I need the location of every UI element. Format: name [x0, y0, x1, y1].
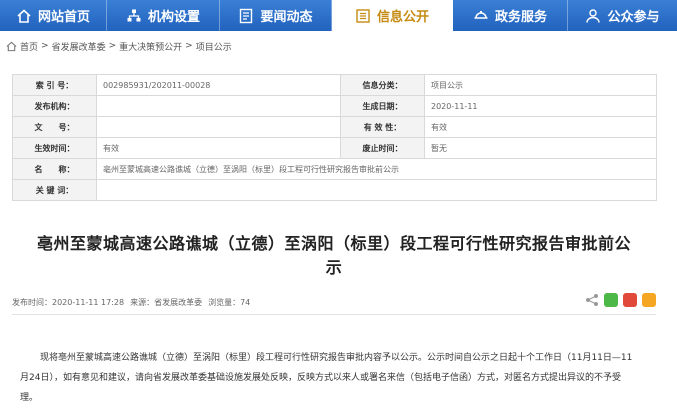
wechat-share-icon[interactable] — [604, 293, 618, 307]
nav-news[interactable]: 要闻动态 — [220, 0, 332, 31]
paragraph-line-2: 月24日），如有意见和建议，请向省发展改革委基础设施发展处反映，反映方式以来人或… — [20, 373, 621, 383]
issuer-value — [96, 95, 341, 117]
breadcrumb-sep: > — [108, 41, 117, 51]
validity-value: 有效 — [424, 116, 657, 138]
source: 来源：省发展改革委 — [130, 297, 203, 307]
home-icon — [17, 8, 31, 23]
date-value: 2020-11-11 — [424, 95, 657, 117]
keywords-label: 关 键 词： — [12, 179, 97, 201]
breadcrumb-sep: > — [41, 41, 49, 51]
breadcrumb-item-project[interactable]: 项目公示 — [196, 40, 232, 53]
index-label: 索 引 号： — [12, 74, 97, 96]
share-bar — [585, 293, 656, 307]
divider — [12, 314, 656, 315]
repeal-value: 暂无 — [424, 137, 657, 159]
effective-value: 有效 — [96, 137, 341, 159]
table-row: 名 称： 亳州至蒙城高速公路谯城（立德）至涡阳（标里）段工程可行性研究报告审批前… — [12, 158, 657, 180]
date-label: 生成日期： — [340, 95, 425, 117]
home-icon — [6, 41, 17, 51]
nav-org[interactable]: 机构设置 — [107, 0, 220, 31]
nav-home-label: 网站首页 — [37, 10, 90, 25]
breadcrumb-item-ndrc[interactable]: 省发展改革委 — [52, 40, 106, 53]
breadcrumb-item-decision[interactable]: 重大决策预公开 — [119, 40, 182, 53]
nav-home[interactable]: 网站首页 — [0, 0, 107, 31]
category-label: 信息分类： — [340, 74, 425, 96]
org-icon — [127, 9, 141, 21]
qzone-share-icon[interactable] — [642, 293, 656, 307]
index-value: 002985931/202011-00028 — [96, 74, 341, 96]
table-row: 生效时间： 有效 废止时间： 暂无 — [12, 137, 657, 159]
nav-people-label: 公众参与 — [607, 10, 660, 25]
category-value: 项目公示 — [424, 74, 657, 96]
nav-org-label: 机构设置 — [147, 10, 200, 25]
article-meta: 发布时间：2020-11-11 17:28 来源：省发展改革委 浏览量：74 — [12, 296, 250, 308]
docno-value — [96, 116, 341, 138]
top-nav: 网站首页 机构设置 要闻动态 信息公开 政务服务 公众参与 — [0, 0, 677, 31]
table-row: 文 号： 有 效 性： 有效 — [12, 116, 657, 138]
breadcrumb-home[interactable]: 首页 — [20, 40, 38, 53]
service-icon — [474, 10, 488, 19]
table-row: 索 引 号： 002985931/202011-00028 信息分类： 项目公示 — [12, 74, 657, 96]
nav-info[interactable]: 信息公开 — [332, 0, 453, 31]
views: 浏览量：74 — [208, 297, 251, 307]
nav-people[interactable]: 公众参与 — [568, 0, 677, 31]
weibo-share-icon[interactable] — [623, 293, 637, 307]
page-title: 亳州至蒙城高速公路谯城（立德）至涡阳（标里）段工程可行性研究报告审批前公 示 — [12, 232, 656, 280]
news-icon — [240, 8, 253, 23]
article-body: 现将亳州至蒙城高速公路谯城（立德）至涡阳（标里）段工程可行性研究报告审批内容予以… — [20, 348, 662, 408]
info-table: 索 引 号： 002985931/202011-00028 信息分类： 项目公示… — [12, 74, 657, 201]
nav-news-label: 要闻动态 — [260, 10, 313, 25]
validity-label: 有 效 性： — [340, 116, 425, 138]
table-row: 关 键 词： — [12, 179, 657, 201]
title-line-2: 示 — [325, 258, 343, 277]
table-row: 发布机构： 生成日期： 2020-11-11 — [12, 95, 657, 117]
info-icon — [356, 8, 370, 23]
people-icon — [586, 8, 601, 23]
breadcrumb: 首页 > 省发展改革委 > 重大决策预公开 > 项目公示 — [6, 38, 232, 54]
paragraph-line-1: 现将亳州至蒙城高速公路谯城（立德）至涡阳（标里）段工程可行性研究报告审批内容予以… — [40, 353, 633, 363]
keywords-value — [96, 179, 657, 201]
publish-time: 发布时间：2020-11-11 17:28 — [12, 297, 125, 307]
nav-service-label: 政务服务 — [494, 10, 547, 25]
docno-label: 文 号： — [12, 116, 97, 138]
title-line-1: 亳州至蒙城高速公路谯城（立德）至涡阳（标里）段工程可行性研究报告审批前公 — [36, 234, 631, 253]
repeal-label: 废止时间： — [340, 137, 425, 159]
breadcrumb-sep: > — [185, 41, 193, 51]
name-value: 亳州至蒙城高速公路谯城（立德）至涡阳（标里）段工程可行性研究报告审批前公示 — [96, 158, 657, 180]
paragraph-line-3: 理。 — [20, 393, 39, 403]
share-icon[interactable] — [585, 293, 599, 307]
effective-label: 生效时间： — [12, 137, 97, 159]
issuer-label: 发布机构： — [12, 95, 97, 117]
name-label: 名 称： — [12, 158, 97, 180]
nav-service[interactable]: 政务服务 — [453, 0, 568, 31]
nav-info-label: 信息公开 — [376, 10, 429, 25]
